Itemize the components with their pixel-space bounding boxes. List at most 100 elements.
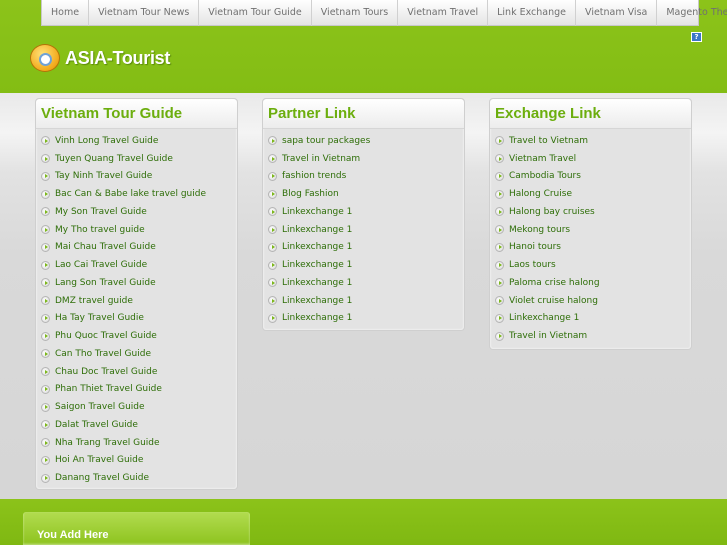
help-icon[interactable]: ? [691, 32, 702, 42]
list-item[interactable]: sapa tour packages [263, 132, 464, 150]
link-label: Travel in Vietnam [509, 331, 588, 342]
list-item[interactable]: Ha Tay Travel Gudie [36, 310, 237, 328]
link-label: Halong bay cruises [509, 206, 595, 217]
list-item[interactable]: Chau Doc Travel Guide [36, 363, 237, 381]
list-item[interactable]: Vinh Long Travel Guide [36, 132, 237, 150]
box-partner-link: Partner Link sapa tour packages Travel in… [262, 98, 465, 331]
arrow-bullet-icon [268, 225, 277, 235]
link-label: Vietnam Travel [509, 153, 577, 164]
link-label: Tuyen Quang Travel Guide [55, 153, 173, 164]
list-item[interactable]: Nha Trang Travel Guide [36, 434, 237, 452]
list-item[interactable]: Vietnam Travel [490, 150, 691, 168]
nav-vietnam-travel[interactable]: Vietnam Travel [398, 0, 489, 26]
list-item[interactable]: Paloma crise halong [490, 274, 691, 292]
nav-vietnam-tours[interactable]: Vietnam Tours [312, 0, 399, 26]
list-item[interactable]: Linkexchange 1 [263, 274, 464, 292]
arrow-bullet-icon [41, 136, 50, 146]
list-item[interactable]: Mekong tours [490, 221, 691, 239]
list-item[interactable]: Can Tho Travel Guide [36, 345, 237, 363]
list-item[interactable]: fashion trends [263, 168, 464, 186]
link-label: Can Tho Travel Guide [55, 348, 151, 359]
list-item[interactable]: Saigon Travel Guide [36, 398, 237, 416]
arrow-bullet-icon [268, 136, 277, 146]
link-label: Danang Travel Guide [55, 473, 149, 484]
arrow-bullet-icon [41, 384, 50, 394]
nav-magento-theme[interactable]: Magento Theme [657, 0, 727, 26]
logo-text: ASIA-Tourist [65, 47, 171, 68]
arrow-bullet-icon [268, 207, 277, 217]
link-label: Bac Can & Babe lake travel guide [55, 189, 206, 200]
link-label: Lao Cai Travel Guide [55, 260, 148, 271]
list-item[interactable]: Tuyen Quang Travel Guide [36, 150, 237, 168]
box-title: Partner Link [263, 99, 464, 129]
link-label: Lang Son Travel Guide [55, 277, 156, 288]
list-item[interactable]: Linkexchange 1 [263, 221, 464, 239]
list-item[interactable]: My Tho travel guide [36, 221, 237, 239]
list-item[interactable]: Linkexchange 1 [263, 292, 464, 310]
arrow-bullet-icon [41, 296, 50, 306]
nav-home[interactable]: Home [42, 0, 90, 26]
list-item[interactable]: Blog Fashion [263, 185, 464, 203]
list-item[interactable]: Travel in Vietnam [263, 150, 464, 168]
list-item[interactable]: Mai Chau Travel Guide [36, 239, 237, 257]
list-item[interactable]: Halong bay cruises [490, 203, 691, 221]
arrow-bullet-icon [41, 154, 50, 164]
arrow-bullet-icon [495, 260, 504, 270]
link-label: My Tho travel guide [55, 224, 145, 235]
list-item[interactable]: Travel to Vietnam [490, 132, 691, 150]
nav-vietnam-tour-news[interactable]: Vietnam Tour News [89, 0, 200, 26]
link-label: Mekong tours [509, 224, 571, 235]
nav-vietnam-visa[interactable]: Vietnam Visa [576, 0, 658, 26]
arrow-bullet-icon [495, 189, 504, 199]
list-item[interactable]: Phu Quoc Travel Guide [36, 327, 237, 345]
nav-vietnam-tour-guide[interactable]: Vietnam Tour Guide [199, 0, 312, 26]
list-item[interactable]: Lang Son Travel Guide [36, 274, 237, 292]
arrow-bullet-icon [495, 207, 504, 217]
list-item[interactable]: Linkexchange 1 [263, 239, 464, 257]
arrow-bullet-icon [41, 225, 50, 235]
nav-link-exchange[interactable]: Link Exchange [488, 0, 577, 26]
arrow-bullet-icon [495, 278, 504, 288]
link-label: Chau Doc Travel Guide [55, 366, 158, 377]
list-item[interactable]: Linkexchange 1 [490, 310, 691, 328]
list-item[interactable]: Violet cruise halong [490, 292, 691, 310]
list-item[interactable]: Phan Thiet Travel Guide [36, 381, 237, 399]
arrow-bullet-icon [41, 189, 50, 199]
list-item[interactable]: Travel in Vietnam [490, 327, 691, 345]
list-item[interactable]: My Son Travel Guide [36, 203, 237, 221]
list-item[interactable]: Laos tours [490, 256, 691, 274]
arrow-bullet-icon [41, 331, 50, 341]
list-item[interactable]: Cambodia Tours [490, 168, 691, 186]
list-item[interactable]: DMZ travel guide [36, 292, 237, 310]
arrow-bullet-icon [495, 296, 504, 306]
link-label: DMZ travel guide [55, 295, 133, 306]
link-label: My Son Travel Guide [55, 206, 147, 217]
list-item[interactable]: Linkexchange 1 [263, 203, 464, 221]
link-label: Dalat Travel Guide [55, 419, 138, 430]
list-item[interactable]: Linkexchange 1 [263, 256, 464, 274]
link-label: Tay Ninh Travel Guide [55, 171, 153, 182]
link-label: Nha Trang Travel Guide [55, 437, 160, 448]
arrow-bullet-icon [268, 171, 277, 181]
box-title: Vietnam Tour Guide [36, 99, 237, 129]
list-item[interactable]: Bac Can & Babe lake travel guide [36, 185, 237, 203]
link-label: Hoi An Travel Guide [55, 455, 144, 466]
arrow-bullet-icon [268, 313, 277, 323]
list-item[interactable]: Lao Cai Travel Guide [36, 256, 237, 274]
list-item[interactable]: Tay Ninh Travel Guide [36, 168, 237, 186]
list-item[interactable]: Hanoi tours [490, 239, 691, 257]
list-item[interactable]: Halong Cruise [490, 185, 691, 203]
list-item[interactable]: Dalat Travel Guide [36, 416, 237, 434]
arrow-bullet-icon [495, 171, 504, 181]
top-navigation: Home Vietnam Tour News Vietnam Tour Guid… [41, 0, 727, 26]
list-item[interactable]: Hoi An Travel Guide [36, 452, 237, 470]
arrow-bullet-icon [495, 242, 504, 252]
link-label: sapa tour packages [282, 135, 371, 146]
link-label: Phu Quoc Travel Guide [55, 331, 157, 342]
link-label: Saigon Travel Guide [55, 402, 145, 413]
list-item[interactable]: Linkexchange 1 [263, 310, 464, 328]
site-logo[interactable]: ASIA-Tourist [30, 43, 170, 73]
link-label: Linkexchange 1 [282, 313, 353, 324]
list-item[interactable]: Danang Travel Guide [36, 469, 237, 487]
box-title: Exchange Link [490, 99, 691, 129]
